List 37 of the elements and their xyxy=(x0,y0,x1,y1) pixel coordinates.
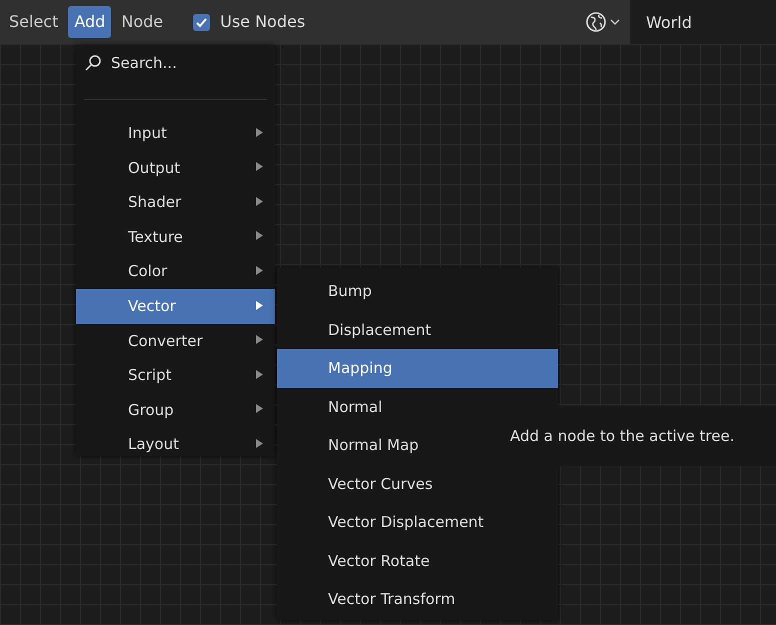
menu-item[interactable]: Shader xyxy=(76,185,275,220)
menu-item[interactable]: Vector Curves xyxy=(277,464,558,503)
menu-item[interactable]: Converter xyxy=(76,324,275,358)
submenu-arrow-icon xyxy=(256,438,263,448)
submenu-arrow-icon xyxy=(256,266,263,275)
submenu-arrow-icon xyxy=(256,370,263,379)
menu-item[interactable]: Bump xyxy=(277,272,558,310)
menu-item[interactable]: Input xyxy=(76,116,275,151)
checkbox[interactable] xyxy=(193,14,210,30)
menu-item[interactable]: Vector Transform xyxy=(277,580,558,618)
menu-item[interactable]: Group xyxy=(76,392,275,428)
submenu-arrow-icon xyxy=(256,300,263,310)
menu-item[interactable]: Vector xyxy=(76,288,275,324)
submenu-arrow-icon xyxy=(256,128,263,137)
submenu-arrow-icon xyxy=(256,231,263,240)
search-item[interactable]: Search... xyxy=(76,45,275,81)
submenu-arrow-icon xyxy=(256,196,263,206)
menu-button[interactable]: Node xyxy=(115,6,170,38)
menu-item[interactable]: Layout xyxy=(76,427,275,462)
world-field[interactable]: World xyxy=(630,0,776,44)
submenu-arrow-icon xyxy=(256,404,263,414)
menu-item[interactable]: Output xyxy=(76,150,275,186)
checkbox-label: Use Nodes xyxy=(220,11,306,33)
submenu-arrow-icon xyxy=(256,335,263,344)
search-icon xyxy=(84,54,102,72)
globe-icon[interactable] xyxy=(585,11,607,33)
menu-item[interactable]: Texture xyxy=(76,220,275,254)
menu-button[interactable]: Add xyxy=(68,6,112,38)
menu-item[interactable]: Vector Displacement xyxy=(277,503,558,542)
menu-item[interactable]: Vector Rotate xyxy=(277,542,558,580)
chevron-icon[interactable] xyxy=(610,18,620,26)
menu-item[interactable]: Mapping xyxy=(277,349,558,388)
menu-item[interactable]: Color xyxy=(76,254,275,289)
menu-item[interactable]: Script xyxy=(76,358,275,393)
menu-item[interactable]: Displacement xyxy=(277,310,558,349)
menu-button[interactable]: Select xyxy=(3,6,64,38)
submenu-arrow-icon xyxy=(256,162,263,172)
